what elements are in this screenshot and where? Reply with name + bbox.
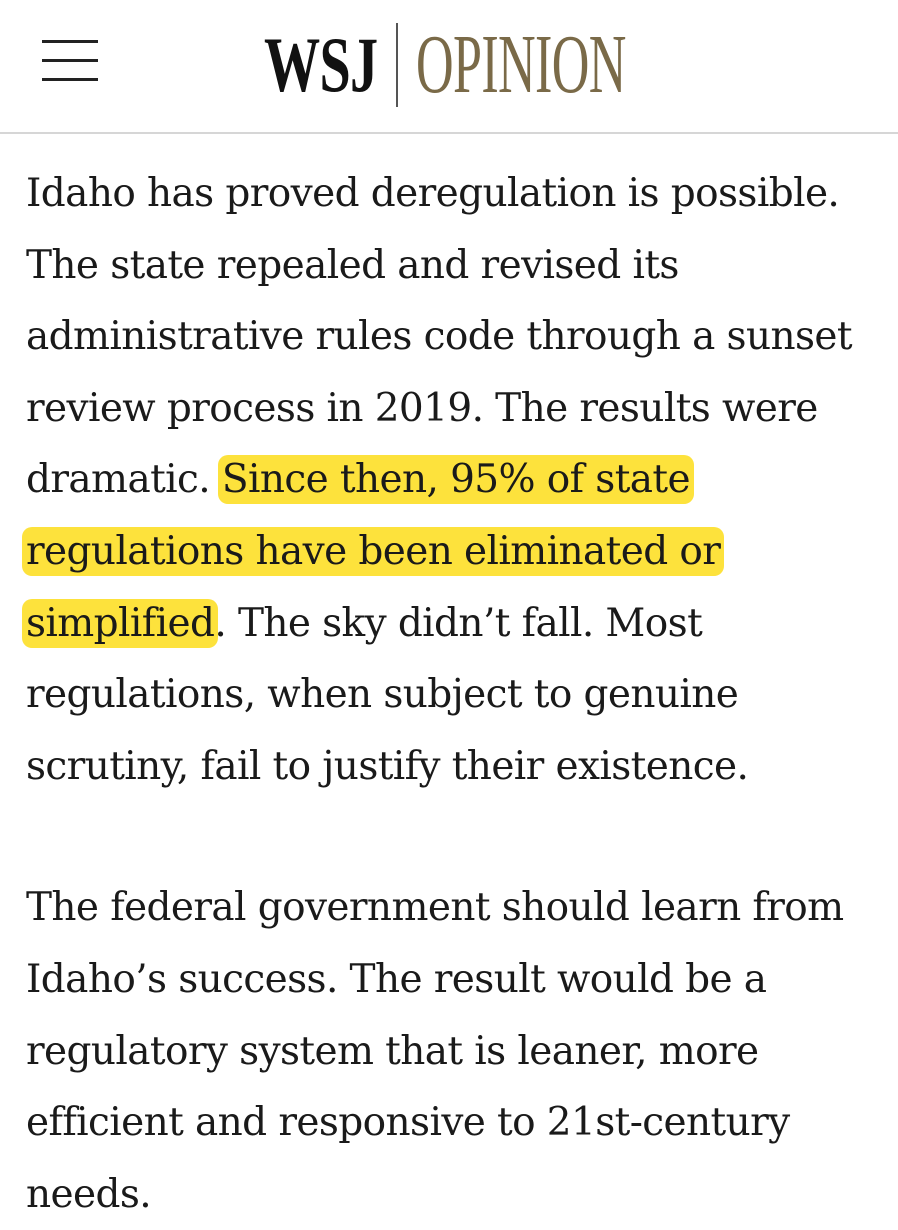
menu-line xyxy=(42,78,98,81)
article-paragraph-1: Idaho has proved deregulation is possibl… xyxy=(22,158,888,802)
logo-section-opinion: OPINION xyxy=(416,18,626,111)
menu-line xyxy=(42,59,98,62)
logo-divider xyxy=(396,23,398,107)
article-body: Idaho has proved deregulation is possibl… xyxy=(22,158,888,1230)
wsj-opinion-logo[interactable]: WSJ OPINION xyxy=(264,22,656,108)
logo-wsj: WSJ xyxy=(264,21,378,108)
site-header: WSJ OPINION xyxy=(0,0,898,134)
paragraph-text: Idaho has proved deregulation is possibl… xyxy=(26,171,853,503)
article-paragraph-2: The federal government should learn from… xyxy=(26,885,844,1217)
hamburger-menu-icon[interactable] xyxy=(42,38,98,84)
menu-line xyxy=(42,40,98,43)
